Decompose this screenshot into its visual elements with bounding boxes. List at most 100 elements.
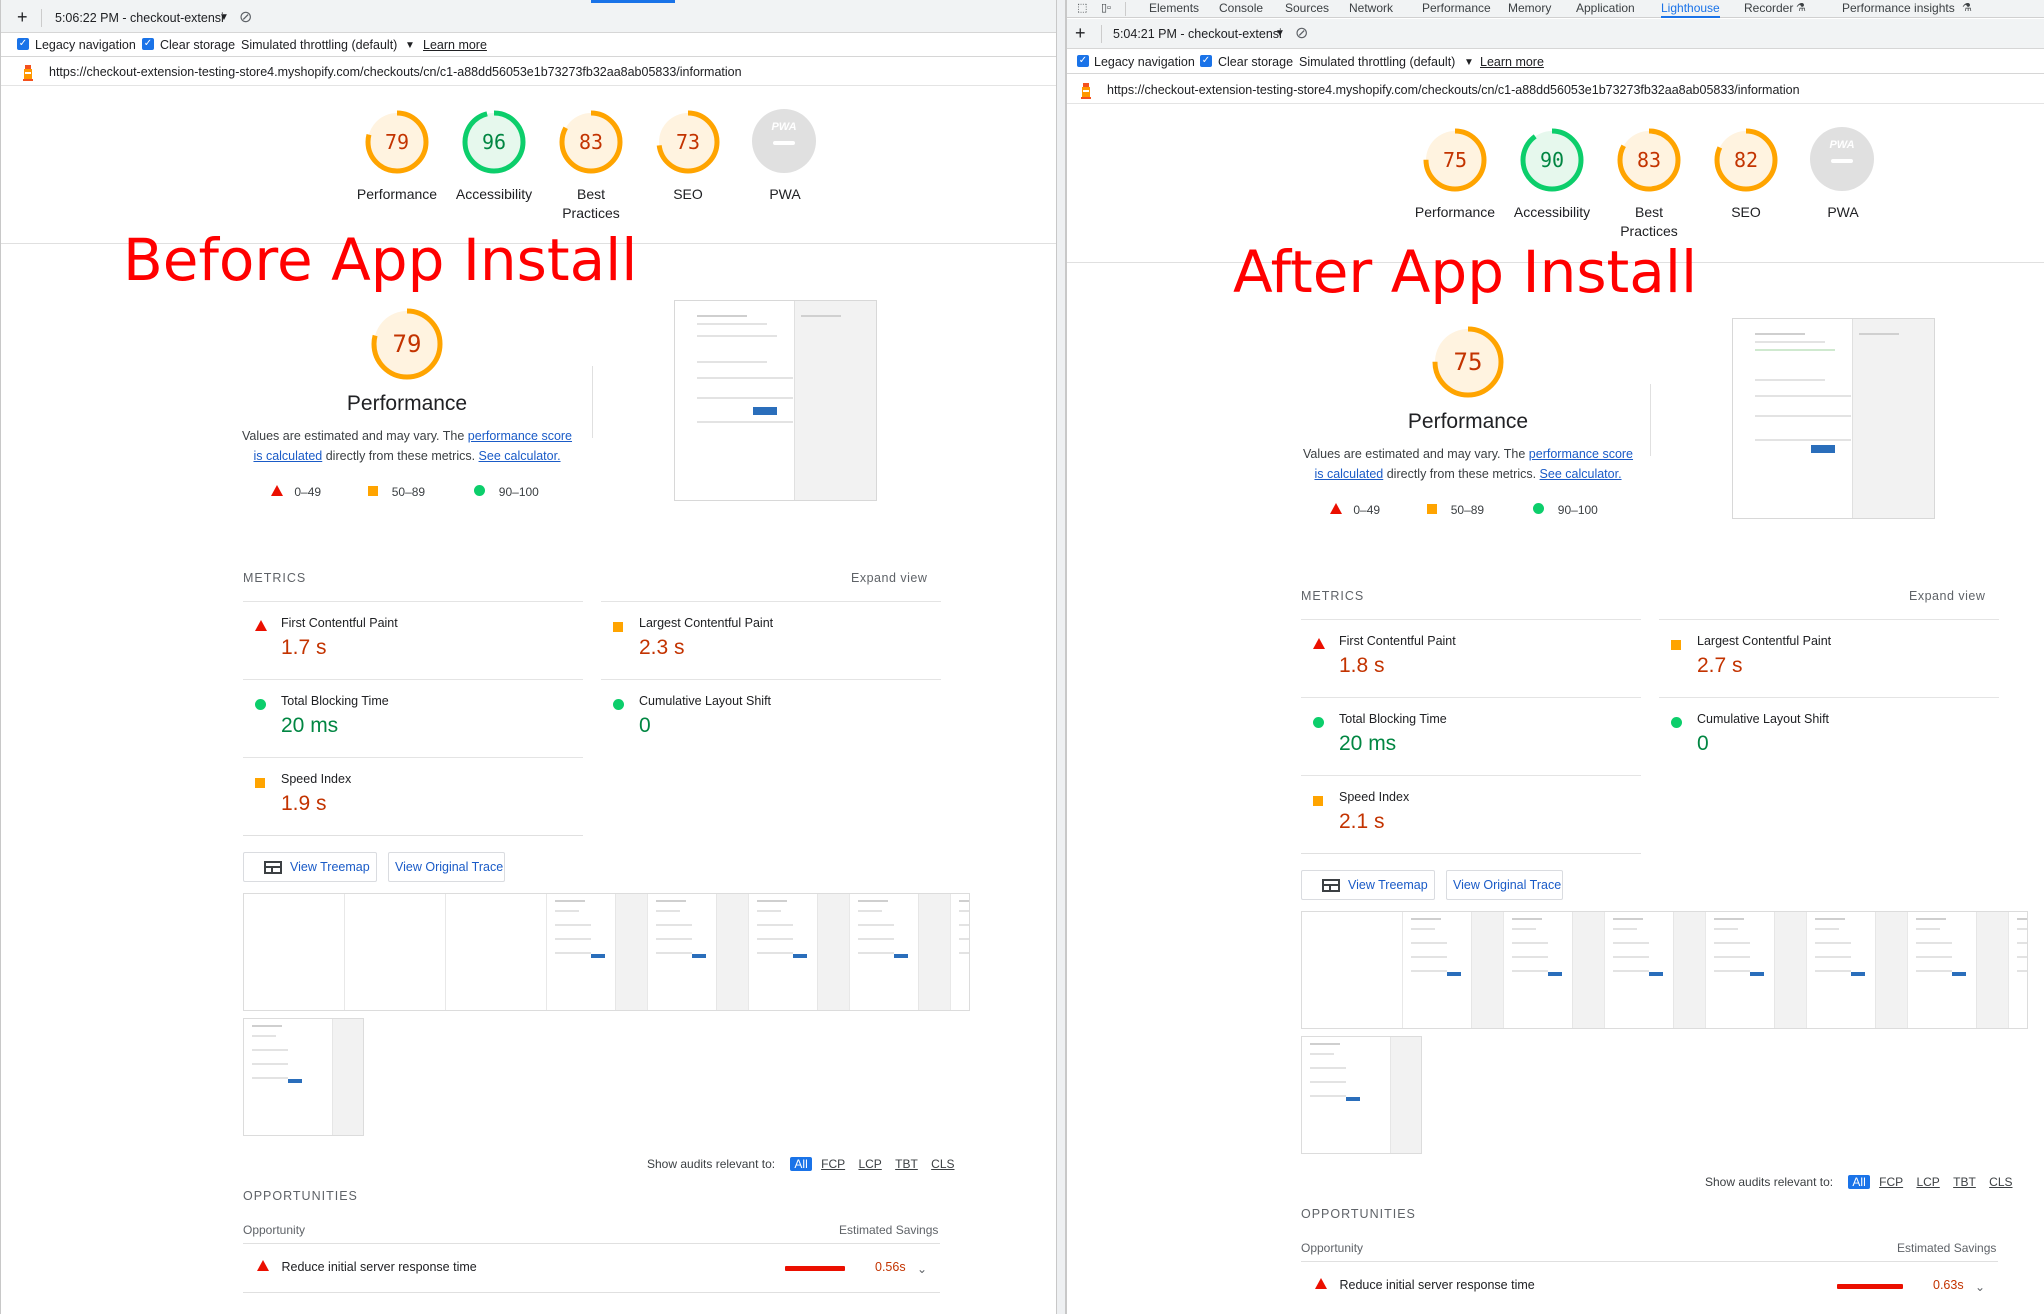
after-devtools-panel: ⬚ ▯▫ Elements Console Sources Network Pe… bbox=[1066, 0, 2044, 1314]
view-treemap-button[interactable]: View Treemap bbox=[243, 852, 377, 882]
average-square-icon bbox=[613, 622, 623, 632]
performance-description: Values are estimated and may vary. The p… bbox=[237, 426, 577, 466]
filter-tbt-chip[interactable]: TBT bbox=[1953, 1175, 1976, 1189]
expand-view-toggle[interactable]: Expand view bbox=[851, 571, 927, 585]
pwa-badge-text: PWA bbox=[1829, 139, 1855, 151]
score-gauge-best-practices[interactable]: 83 bbox=[558, 109, 624, 175]
tab-performance-insights[interactable]: Performance insights bbox=[1842, 1, 1955, 15]
filter-cls-chip[interactable]: CLS bbox=[1989, 1175, 2012, 1189]
score-gauge-seo[interactable]: 82 bbox=[1713, 127, 1779, 193]
inspect-element-icon[interactable]: ⬚ bbox=[1077, 1, 1087, 14]
clear-storage-checkbox[interactable]: ✓ bbox=[142, 38, 154, 50]
tab-network[interactable]: Network bbox=[1349, 1, 1393, 15]
filmstrip-frame bbox=[345, 894, 446, 1010]
pass-circle-icon bbox=[613, 699, 624, 710]
score-label: Accessibility bbox=[455, 186, 533, 202]
filter-fcp-chip[interactable]: FCP bbox=[1879, 1175, 1903, 1189]
chevron-down-icon[interactable]: ▼ bbox=[219, 12, 229, 23]
score-label: SEO bbox=[1731, 204, 1761, 220]
legacy-navigation-checkbox[interactable]: ✓ bbox=[17, 38, 29, 50]
learn-more-link[interactable]: Learn more bbox=[1480, 55, 1544, 69]
filter-all-chip[interactable]: All bbox=[790, 1157, 812, 1171]
tab-lighthouse[interactable]: Lighthouse bbox=[1661, 1, 1720, 18]
score-label: Performance bbox=[356, 186, 438, 202]
filter-fcp-chip[interactable]: FCP bbox=[821, 1157, 845, 1171]
pwa-badge-icon[interactable]: PWA bbox=[752, 109, 816, 173]
see-calculator-link[interactable]: See calculator. bbox=[1540, 467, 1622, 481]
report-selector[interactable]: 5:06:22 PM - checkout-extensi bbox=[55, 11, 224, 25]
score-gauge-performance[interactable]: 79 bbox=[364, 109, 430, 175]
view-original-trace-button[interactable]: View Original Trace bbox=[388, 852, 505, 882]
filmstrip-final-frame bbox=[243, 1018, 364, 1136]
score-gauge-best-practices[interactable]: 83 bbox=[1616, 127, 1682, 193]
tab-console[interactable]: Console bbox=[1219, 1, 1263, 15]
throttling-dropdown-icon[interactable]: ▼ bbox=[1464, 57, 1474, 68]
view-treemap-button[interactable]: View Treemap bbox=[1301, 870, 1435, 900]
filmstrip-frame bbox=[1403, 912, 1504, 1028]
filter-cls-chip[interactable]: CLS bbox=[931, 1157, 954, 1171]
report-url: https://checkout-extension-testing-store… bbox=[1107, 83, 1800, 97]
filmstrip-frame bbox=[1706, 912, 1807, 1028]
see-calculator-link[interactable]: See calculator. bbox=[479, 449, 561, 463]
clear-icon[interactable]: ⊘ bbox=[1295, 23, 1308, 43]
treemap-icon bbox=[1322, 879, 1340, 892]
report-url-bar: https://checkout-extension-testing-store… bbox=[1067, 76, 2044, 104]
score-gauge-accessibility[interactable]: 90 bbox=[1519, 127, 1585, 193]
metric-value: 2.7 s bbox=[1697, 654, 1743, 677]
throttling-label: Simulated throttling (default) bbox=[241, 38, 398, 52]
score-gauge-performance[interactable]: 75 bbox=[1422, 127, 1488, 193]
clear-storage-checkbox[interactable]: ✓ bbox=[1200, 55, 1212, 67]
chevron-down-icon[interactable]: ▼ bbox=[1275, 28, 1285, 39]
filter-all-chip[interactable]: All bbox=[1848, 1175, 1870, 1189]
clear-icon[interactable]: ⊘ bbox=[239, 7, 252, 27]
divider bbox=[243, 1292, 940, 1293]
filter-lcp-chip[interactable]: LCP bbox=[858, 1157, 881, 1171]
metric-name: Cumulative Layout Shift bbox=[639, 694, 772, 708]
tab-memory[interactable]: Memory bbox=[1508, 1, 1551, 15]
metric-value: 1.9 s bbox=[281, 792, 327, 815]
add-report-icon[interactable]: + bbox=[17, 7, 28, 28]
filmstrip-frame bbox=[1605, 912, 1706, 1028]
opportunity-row[interactable]: Reduce initial server response time bbox=[243, 1260, 477, 1274]
toolbar-separator bbox=[1125, 2, 1126, 16]
metric-largest-contentful-paint: Largest Contentful Paint 2.3 s bbox=[601, 601, 941, 679]
audit-filter-label: Show audits relevant to: bbox=[647, 1157, 776, 1171]
tab-sources[interactable]: Sources bbox=[1285, 1, 1329, 15]
opportunity-row[interactable]: Reduce initial server response time bbox=[1301, 1278, 1535, 1292]
score-gauge-accessibility[interactable]: 96 bbox=[461, 109, 527, 175]
expand-view-toggle[interactable]: Expand view bbox=[1909, 589, 1985, 603]
score-value: 79 bbox=[384, 130, 410, 154]
tab-performance[interactable]: Performance bbox=[1422, 1, 1491, 15]
throttling-label: Simulated throttling (default) bbox=[1299, 55, 1456, 69]
chevron-down-icon[interactable]: ⌄ bbox=[1975, 1280, 1985, 1294]
pass-circle-icon bbox=[255, 699, 266, 710]
filmstrip-frame bbox=[244, 1019, 363, 1135]
score-value: 83 bbox=[578, 130, 604, 154]
pwa-badge-icon[interactable]: PWA bbox=[1810, 127, 1874, 191]
metric-total-blocking-time: Total Blocking Time 20 ms bbox=[243, 679, 583, 757]
filter-tbt-chip[interactable]: TBT bbox=[895, 1157, 918, 1171]
filter-lcp-chip[interactable]: LCP bbox=[1916, 1175, 1939, 1189]
metric-total-blocking-time: Total Blocking Time 20 ms bbox=[1301, 697, 1641, 775]
device-toolbar-icon[interactable]: ▯▫ bbox=[1101, 1, 1111, 14]
legacy-navigation-checkbox[interactable]: ✓ bbox=[1077, 55, 1089, 67]
divider bbox=[1301, 1261, 1998, 1262]
tab-application[interactable]: Application bbox=[1576, 1, 1635, 15]
view-original-trace-button[interactable]: View Original Trace bbox=[1446, 870, 1563, 900]
report-selector[interactable]: 5:04:21 PM - checkout-extensi bbox=[1113, 27, 1282, 41]
metric-value: 20 ms bbox=[1339, 732, 1397, 755]
tab-elements[interactable]: Elements bbox=[1149, 1, 1199, 15]
legacy-navigation-label: Legacy navigation bbox=[35, 38, 136, 52]
score-gauge-seo[interactable]: 73 bbox=[655, 109, 721, 175]
learn-more-link[interactable]: Learn more bbox=[423, 38, 487, 52]
chevron-down-icon[interactable]: ⌄ bbox=[917, 1262, 927, 1276]
tab-recorder[interactable]: Recorder bbox=[1744, 1, 1793, 15]
throttling-dropdown-icon[interactable]: ▼ bbox=[405, 40, 415, 51]
legend-average: 50–89 bbox=[391, 485, 426, 499]
flask-icon: ⚗ bbox=[1962, 2, 1972, 14]
options-bar: ✓ Legacy navigation ✓ Clear storage Simu… bbox=[1, 33, 1056, 57]
legend-pass: 90–100 bbox=[498, 485, 539, 499]
score-label: Best Practices bbox=[562, 186, 620, 221]
add-report-icon[interactable]: + bbox=[1075, 23, 1086, 44]
savings-bar bbox=[1837, 1284, 1903, 1289]
